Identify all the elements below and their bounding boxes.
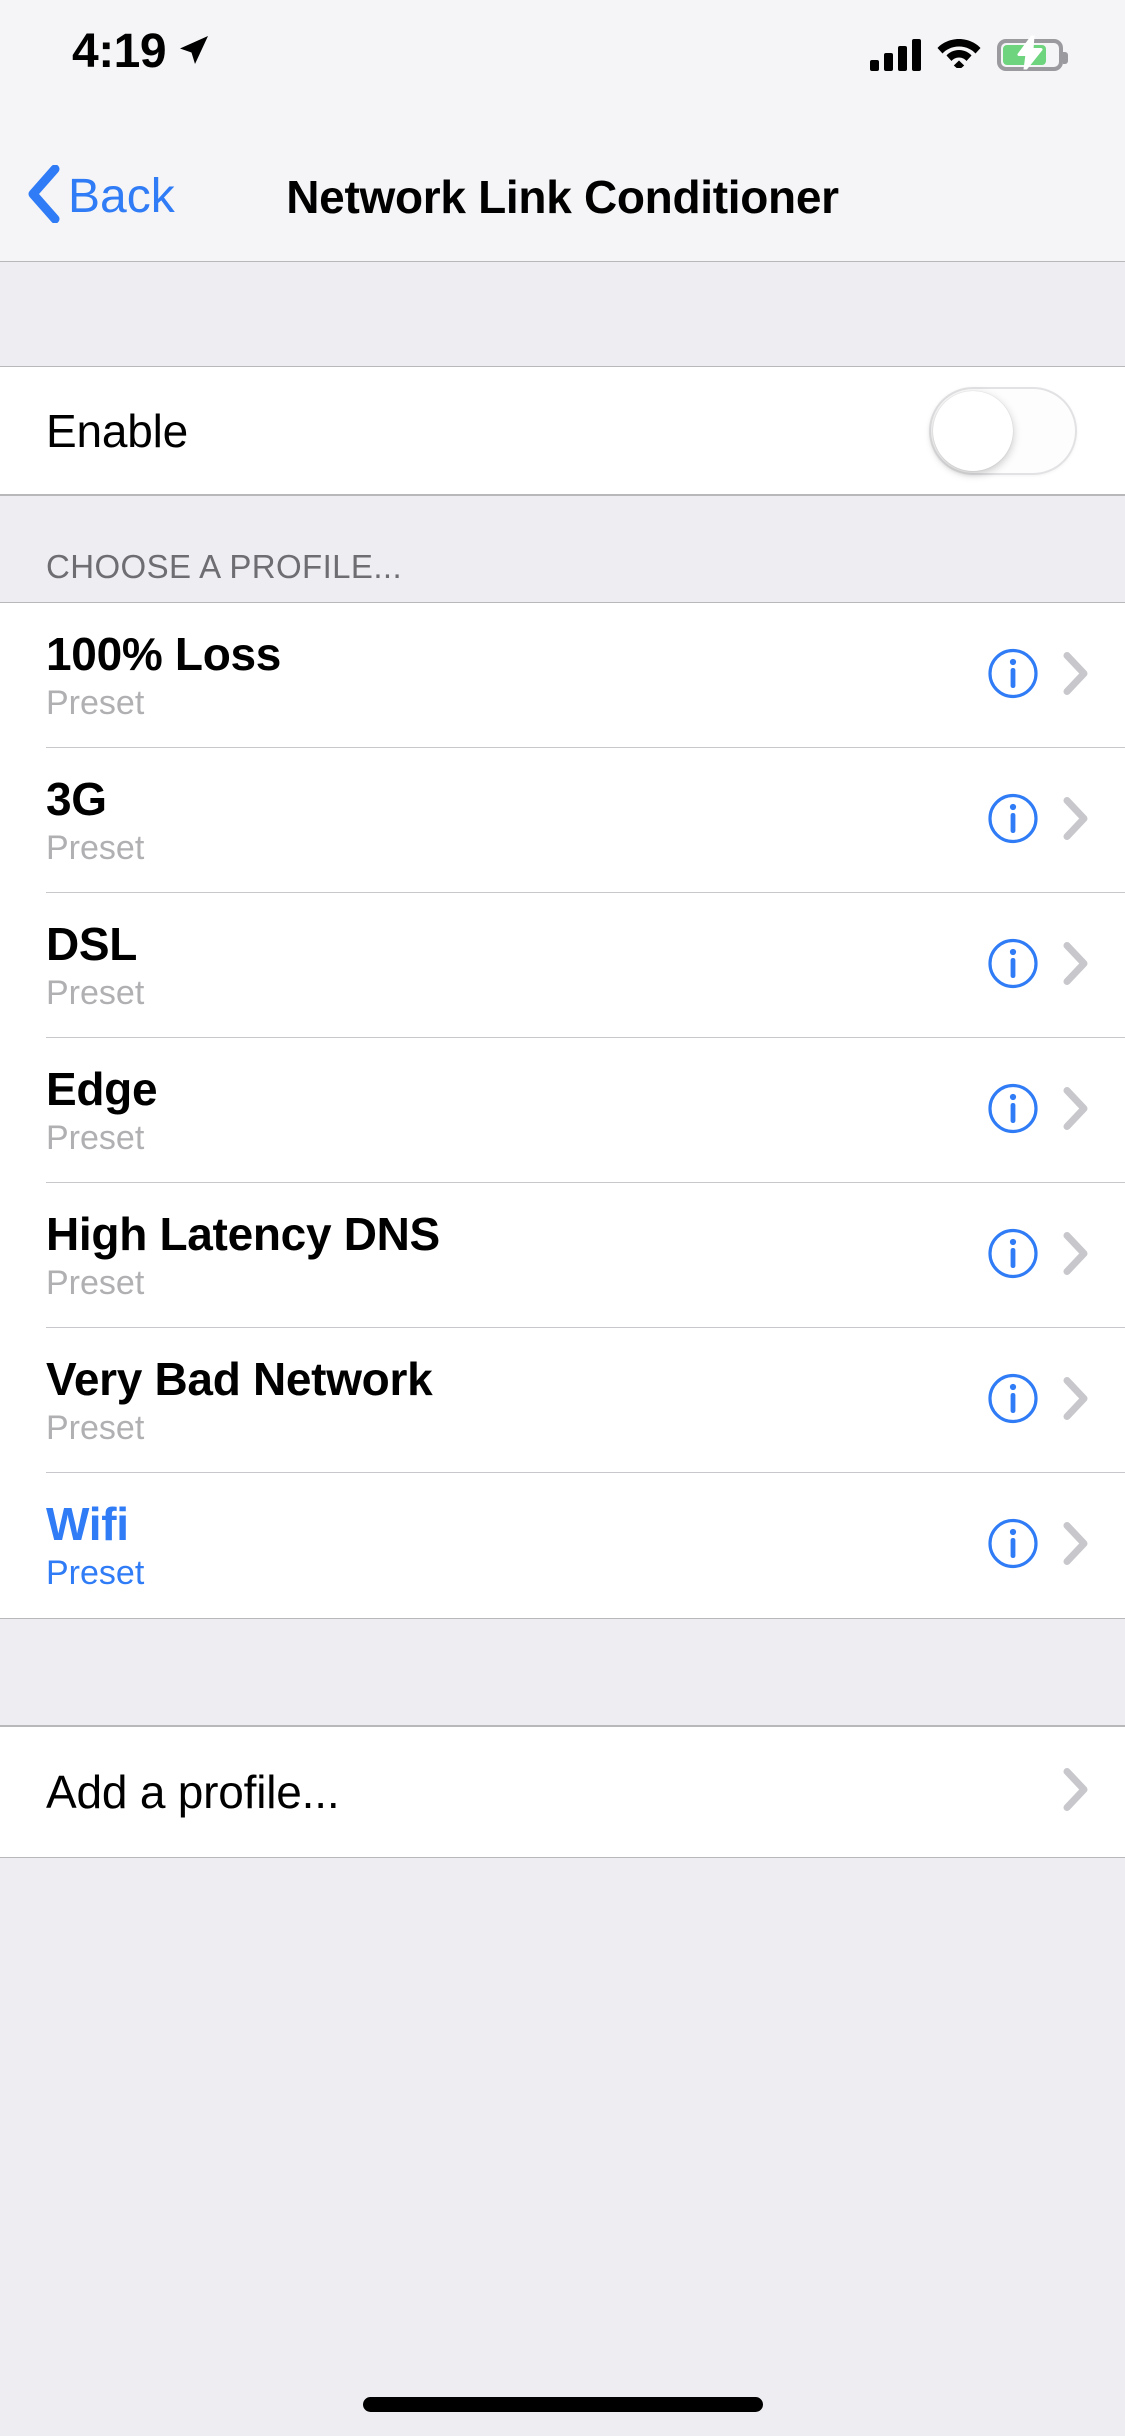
profile-title: 100% Loss bbox=[46, 627, 282, 680]
profile-row[interactable]: DSL Preset bbox=[0, 893, 1125, 1038]
cellular-signal-icon bbox=[870, 38, 921, 71]
profile-subtitle: Preset bbox=[46, 829, 145, 868]
profile-title: Wifi bbox=[46, 1497, 129, 1550]
battery-charging-icon bbox=[997, 33, 1068, 71]
profile-row[interactable]: 3G Preset bbox=[0, 748, 1125, 893]
row-accessories bbox=[987, 1372, 1089, 1429]
row-accessories bbox=[987, 1517, 1089, 1574]
info-circle-icon[interactable] bbox=[987, 1227, 1039, 1284]
row-accessories bbox=[987, 1227, 1089, 1284]
status-bar-time: 4:19 bbox=[72, 25, 167, 78]
profile-subtitle: Preset bbox=[46, 1119, 145, 1158]
info-circle-icon[interactable] bbox=[987, 792, 1039, 849]
settings-table: Enable CHOOSE A PROFILE... 100% Loss Pres… bbox=[0, 262, 1125, 2436]
profiles-section-header-label: CHOOSE A PROFILE... bbox=[46, 548, 403, 585]
profile-row[interactable]: High Latency DNS Preset bbox=[0, 1183, 1125, 1328]
toggle-knob bbox=[933, 390, 1013, 471]
chevron-right-icon bbox=[1063, 1086, 1089, 1135]
row-accessories bbox=[987, 937, 1089, 994]
row-accessories bbox=[987, 1082, 1089, 1139]
add-profile-row[interactable]: Add a profile... bbox=[0, 1726, 1125, 1858]
enable-label: Enable bbox=[46, 404, 189, 457]
back-button-label: Back bbox=[68, 169, 175, 223]
status-bar-left: 4:19 bbox=[72, 28, 210, 76]
status-bar: 4:19 bbox=[0, 0, 1125, 132]
profile-subtitle: Preset bbox=[46, 1264, 145, 1303]
table-bottom-spacer bbox=[0, 1858, 1125, 2278]
add-profile-group: Add a profile... bbox=[0, 1726, 1125, 1858]
info-circle-icon[interactable] bbox=[987, 937, 1039, 994]
chevron-right-icon bbox=[1063, 796, 1089, 845]
table-top-spacer bbox=[0, 262, 1125, 367]
enable-toggle[interactable] bbox=[929, 386, 1077, 475]
info-circle-icon[interactable] bbox=[987, 1372, 1039, 1429]
profile-subtitle: Preset bbox=[46, 1409, 145, 1448]
chevron-left-icon bbox=[26, 164, 60, 228]
profile-row[interactable]: 100% Loss Preset bbox=[0, 603, 1125, 748]
profile-title: Very Bad Network bbox=[46, 1352, 433, 1405]
chevron-right-icon bbox=[1063, 1521, 1089, 1570]
row-accessories bbox=[987, 647, 1089, 704]
profile-title: 3G bbox=[46, 772, 107, 825]
info-circle-icon[interactable] bbox=[987, 647, 1039, 704]
profile-row[interactable]: Edge Preset bbox=[0, 1038, 1125, 1183]
profiles-group: 100% Loss Preset 3G Preset DSL Preset Edge Pres… bbox=[0, 603, 1125, 1618]
profile-row[interactable]: Very Bad Network Preset bbox=[0, 1328, 1125, 1473]
navigation-bar: Back Network Link Conditioner bbox=[0, 132, 1125, 262]
chevron-right-icon bbox=[1063, 1376, 1089, 1425]
iphone-screen: 4:19 Back Network Link Conditioner Enabl… bbox=[0, 0, 1125, 2436]
lightning-bolt-icon bbox=[1017, 33, 1043, 74]
profile-subtitle: Preset bbox=[46, 1554, 145, 1593]
profile-row[interactable]: Wifi Preset bbox=[0, 1473, 1125, 1618]
home-indicator[interactable] bbox=[362, 2397, 763, 2412]
row-accessories bbox=[987, 792, 1089, 849]
chevron-right-icon bbox=[1063, 1768, 1089, 1817]
enable-group: Enable bbox=[0, 367, 1125, 495]
back-button[interactable]: Back bbox=[26, 132, 175, 261]
chevron-right-icon bbox=[1063, 941, 1089, 990]
profile-title: High Latency DNS bbox=[46, 1207, 440, 1260]
profile-subtitle: Preset bbox=[46, 684, 145, 723]
add-profile-label: Add a profile... bbox=[46, 1766, 340, 1818]
info-circle-icon[interactable] bbox=[987, 1517, 1039, 1574]
wifi-icon bbox=[937, 36, 981, 73]
status-bar-right bbox=[870, 33, 1068, 73]
chevron-right-icon bbox=[1063, 1231, 1089, 1280]
profiles-section-header: CHOOSE A PROFILE... bbox=[0, 495, 1125, 603]
profile-title: Edge bbox=[46, 1062, 158, 1115]
profile-subtitle: Preset bbox=[46, 974, 145, 1013]
location-arrow-icon bbox=[176, 33, 210, 72]
chevron-right-icon bbox=[1063, 651, 1089, 700]
info-circle-icon[interactable] bbox=[987, 1082, 1039, 1139]
table-mid-spacer bbox=[0, 1618, 1125, 1726]
enable-row[interactable]: Enable bbox=[0, 367, 1125, 495]
profile-title: DSL bbox=[46, 917, 138, 970]
